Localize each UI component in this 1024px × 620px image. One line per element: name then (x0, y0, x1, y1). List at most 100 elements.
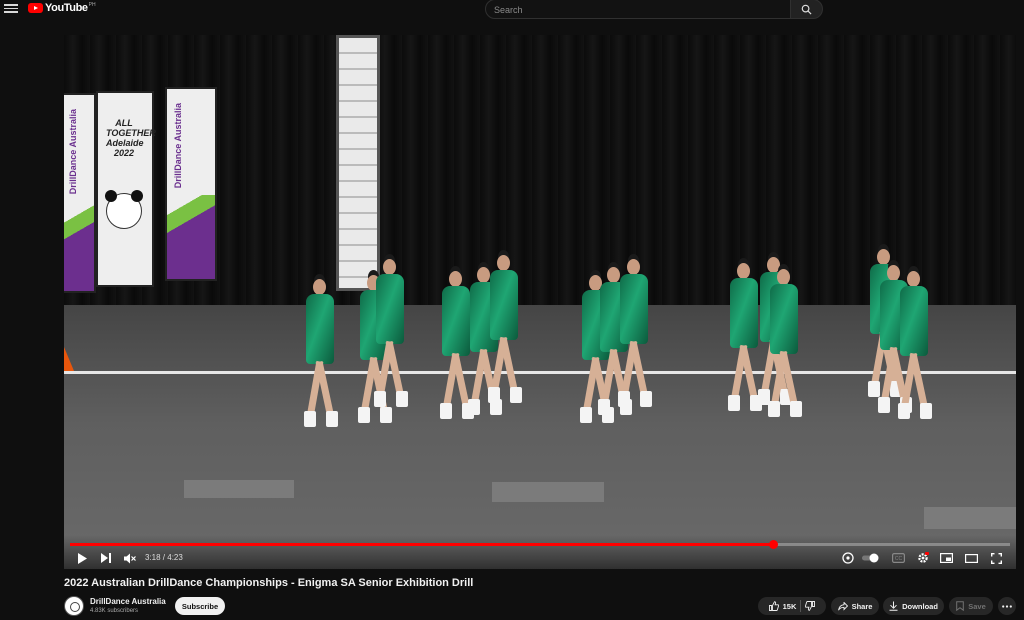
more-actions-button[interactable] (998, 597, 1016, 615)
skip-next-icon (100, 553, 111, 563)
dancer-boot (920, 403, 932, 419)
dancer-dress (376, 274, 404, 344)
sponsor-banner: DrillDance Australia (165, 87, 217, 281)
dancer-boot (790, 401, 802, 417)
dancer-head (313, 279, 326, 295)
hamburger-menu-icon[interactable] (4, 2, 18, 16)
dancer-head (877, 249, 890, 265)
dancer-boot (618, 391, 630, 407)
download-label: Download (902, 601, 938, 611)
dancer-head (907, 271, 920, 287)
masthead: YouTube PH (0, 0, 1024, 20)
sponsor-banner: DrillDance Australia (64, 93, 96, 293)
share-label: Share (851, 601, 873, 611)
dancer-head (449, 271, 462, 287)
thumbs-down-icon[interactable] (805, 601, 816, 611)
stage-floor (64, 305, 1016, 569)
dancer-boot (728, 395, 740, 411)
miniplayer-icon (939, 553, 953, 563)
dancer-boot (768, 401, 780, 417)
aperture-icon (842, 552, 854, 564)
dancer-head (607, 267, 620, 283)
more-horizontal-icon (1002, 604, 1012, 608)
svg-text:CC: CC (894, 556, 902, 562)
floor-tile (924, 507, 1016, 529)
dancer-boot (510, 387, 522, 403)
theater-mode-button[interactable] (963, 550, 979, 566)
dancer-head (777, 269, 790, 285)
banner-stripe (64, 204, 94, 291)
like-divider (800, 600, 802, 612)
time-display: 3:18 / 4:23 (145, 553, 183, 562)
dancer-boot (868, 381, 880, 397)
dancer-boot (380, 407, 392, 423)
share-button[interactable]: Share (831, 597, 879, 615)
search-box (485, 0, 791, 19)
miniplayer-toggle[interactable] (840, 550, 856, 566)
settings-button[interactable] (915, 550, 931, 566)
dancer-boot (878, 397, 890, 413)
dancer-boot (598, 399, 610, 415)
floor-tile (184, 480, 294, 498)
fullscreen-button[interactable] (988, 550, 1004, 566)
banner-text: DrillDance Australia (173, 103, 183, 189)
fullscreen-icon (990, 552, 1002, 564)
dancer-boot (374, 391, 386, 407)
subtitles-button[interactable]: CC (890, 550, 906, 566)
like-dislike-group: 15K (758, 597, 826, 615)
progress-bar[interactable] (70, 540, 1010, 549)
youtube-play-logo-icon (28, 3, 43, 13)
subscribe-button[interactable]: Subscribe (175, 597, 225, 615)
dancer-dress (900, 286, 928, 356)
like-count[interactable]: 15K (783, 602, 797, 611)
dancer-dress (620, 274, 648, 344)
banner-stripe (167, 195, 215, 279)
miniplayer-button[interactable] (938, 550, 954, 566)
save-label: Save (968, 601, 986, 611)
video-player[interactable]: DrillDance Australia ALL TOGETHER Adelai… (64, 35, 1016, 569)
volume-muted-icon (124, 553, 136, 563)
player-controls: 3:18 / 4:23 CC (64, 535, 1016, 569)
share-icon (837, 601, 848, 611)
scrubber-handle[interactable] (769, 540, 779, 549)
dancer-boot (580, 407, 592, 423)
panda-logo-icon (105, 190, 143, 229)
dancer-dress (306, 294, 334, 364)
youtube-logo[interactable]: YouTube PH (28, 2, 96, 14)
channel-name[interactable]: DrillDance Australia (90, 597, 166, 606)
thumbs-up-icon[interactable] (768, 601, 779, 611)
dancer-boot (396, 391, 408, 407)
dancer-boot (326, 411, 338, 427)
play-button[interactable] (74, 550, 90, 566)
dancer-dress (442, 286, 470, 356)
dancer-head (497, 255, 510, 271)
dancer-boot (304, 411, 316, 427)
captions-icon: CC (891, 553, 905, 563)
logo-text: YouTube (45, 2, 88, 14)
dancer-boot (488, 387, 500, 403)
next-button[interactable] (98, 550, 114, 566)
play-icon (78, 552, 87, 564)
mute-button[interactable] (122, 550, 138, 566)
autoplay-toggle[interactable] (862, 550, 880, 566)
banner-text: DrillDance Australia (68, 109, 78, 195)
save-button[interactable]: Save (949, 597, 993, 615)
dancer-head (627, 259, 640, 275)
region-code: PH (88, 2, 96, 8)
dancer-head (477, 267, 490, 283)
download-icon (889, 601, 898, 611)
search-input[interactable] (486, 1, 790, 19)
search-icon (801, 4, 812, 15)
gear-icon (918, 552, 929, 563)
channel-avatar[interactable] (64, 596, 84, 616)
banner-text: ALL TOGETHER Adelaide 2022 (106, 118, 156, 158)
dancer-boot (640, 391, 652, 407)
video-title: 2022 Australian DrillDance Championships… (64, 577, 474, 589)
floor-tile (492, 482, 604, 502)
dancer-dress (490, 270, 518, 340)
download-button[interactable]: Download (883, 597, 944, 615)
dancer-head (383, 259, 396, 275)
dancer-head (887, 265, 900, 281)
search-button[interactable] (790, 0, 823, 19)
event-banner: ALL TOGETHER Adelaide 2022 (96, 91, 156, 287)
